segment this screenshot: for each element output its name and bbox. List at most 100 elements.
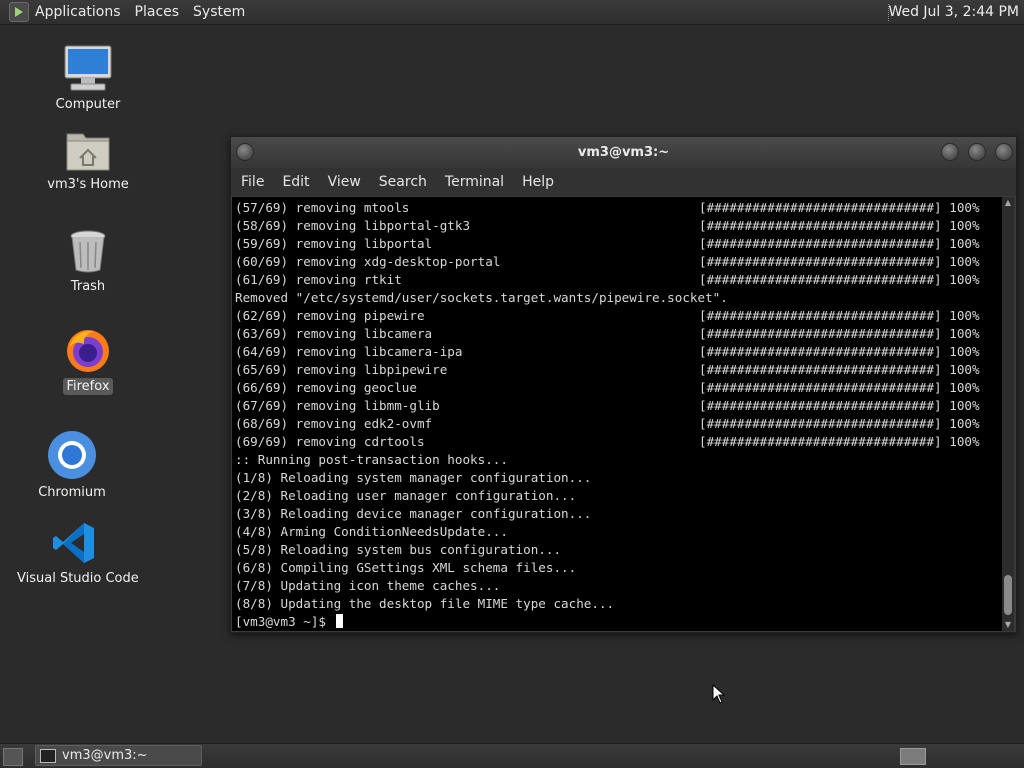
scroll-up-arrow-icon[interactable]: ▲ — [1002, 197, 1014, 209]
progress-percent: 100% — [949, 326, 980, 341]
terminal-line-text: (4/8) Arming ConditionNeedsUpdate... — [235, 524, 508, 539]
terminal-line-text: (2/8) Reloading user manager configurati… — [235, 488, 577, 503]
terminal-line: (67/69) removing libmm-glib [############… — [235, 397, 1001, 415]
progress-bar-text: [##############################] — [699, 416, 942, 431]
terminal-line-text: Removed "/etc/systemd/user/sockets.targe… — [235, 290, 728, 305]
bottom-panel: vm3@vm3:~ — [0, 743, 1024, 768]
desktop-icon-label: Chromium — [38, 485, 106, 500]
desktop-icon-vscode[interactable]: Visual Studio Code — [14, 520, 139, 587]
progress-bar-text: [##############################] — [699, 308, 942, 323]
progress-percent: 100% — [949, 416, 980, 431]
menu-terminal[interactable]: Terminal — [445, 174, 504, 190]
desktop-icon-home[interactable]: vm3's Home — [38, 128, 138, 193]
progress-indicator: [##############################] 100% — [699, 307, 980, 325]
workspace-switcher[interactable] — [900, 748, 926, 765]
desktop-icon-chromium[interactable]: Chromium — [32, 430, 112, 501]
progress-percent: 100% — [949, 200, 980, 215]
progress-bar-text: [##############################] — [699, 326, 942, 341]
terminal-line-text: (62/69) removing pipewire — [235, 308, 425, 323]
clock[interactable]: Wed Jul 3, 2:44 PM — [888, 4, 1019, 20]
prompt-line[interactable]: [vm3@vm3 ~]$ — [235, 613, 1001, 631]
progress-bar-text: [##############################] — [699, 398, 942, 413]
progress-indicator: [##############################] 100% — [699, 217, 980, 235]
terminal-line: (64/69) removing libcamera-ipa [#########… — [235, 343, 1001, 361]
close-button[interactable] — [995, 143, 1013, 161]
progress-percent: 100% — [949, 344, 980, 359]
terminal-line: (6/8) Compiling GSettings XML schema fil… — [235, 559, 1001, 577]
maximize-button[interactable] — [968, 143, 986, 161]
shell-prompt: [vm3@vm3 ~]$ — [235, 614, 334, 629]
home-folder-icon — [66, 133, 110, 171]
terminal-line: (69/69) removing cdrtools [##############… — [235, 433, 1001, 451]
desktop-icon-firefox[interactable]: Firefox — [48, 326, 128, 395]
terminal-line: (1/8) Reloading system manager configura… — [235, 469, 1001, 487]
menu-search[interactable]: Search — [379, 174, 427, 190]
terminal-line: (57/69) removing mtools [################… — [235, 199, 1001, 217]
taskbar-label: vm3@vm3:~ — [62, 748, 148, 763]
terminal-line-text: (8/8) Updating the desktop file MIME typ… — [235, 596, 615, 611]
desktop-icon-trash[interactable]: Trash — [48, 228, 128, 295]
title-bar[interactable]: vm3@vm3:~ — [231, 137, 1016, 168]
progress-bar-text: [##############################] — [699, 200, 942, 215]
terminal-line: (62/69) removing pipewire [##############… — [235, 307, 1001, 325]
terminal-line-text: (64/69) removing libcamera-ipa — [235, 344, 463, 359]
terminal-line: (4/8) Arming ConditionNeedsUpdate... — [235, 523, 1001, 541]
terminal-line-text: (61/69) removing rtkit — [235, 272, 402, 287]
menu-help[interactable]: Help — [522, 174, 554, 190]
progress-indicator: [##############################] 100% — [699, 325, 980, 343]
terminal-line: (61/69) removing rtkit [#################… — [235, 271, 1001, 289]
progress-percent: 100% — [949, 380, 980, 395]
system-menu[interactable]: System — [193, 4, 245, 20]
desktop-icon-label: Visual Studio Code — [17, 571, 139, 586]
firefox-icon — [67, 330, 109, 372]
terminal-line-text: (7/8) Updating icon theme caches... — [235, 578, 501, 593]
progress-percent: 100% — [949, 236, 980, 251]
terminal-output[interactable]: (57/69) removing mtools [################… — [232, 197, 1003, 631]
desktop-icon-label: Firefox — [63, 378, 113, 395]
applications-menu[interactable]: Applications — [35, 4, 121, 20]
scrollbar[interactable]: ▲ ▼ — [1002, 197, 1014, 631]
terminal-lines: (57/69) removing mtools [################… — [235, 199, 1001, 631]
minimize-button[interactable] — [941, 143, 959, 161]
terminal-line: (68/69) removing edk2-ovmf [#############… — [235, 415, 1001, 433]
scroll-thumb[interactable] — [1004, 575, 1012, 615]
progress-bar-text: [##############################] — [699, 380, 942, 395]
menu-view[interactable]: View — [328, 174, 361, 190]
places-menu[interactable]: Places — [135, 4, 180, 20]
progress-indicator: [##############################] 100% — [699, 343, 980, 361]
progress-percent: 100% — [949, 272, 980, 287]
progress-percent: 100% — [949, 308, 980, 323]
trash-icon — [70, 230, 106, 273]
terminal-line-text: (59/69) removing libportal — [235, 236, 433, 251]
terminal-menu-bar: File Edit View Search Terminal Help — [231, 168, 1016, 196]
desktop-icon-computer[interactable]: Computer — [48, 44, 128, 113]
menu-edit[interactable]: Edit — [282, 174, 309, 190]
progress-indicator: [##############################] 100% — [699, 271, 980, 289]
progress-percent: 100% — [949, 218, 980, 233]
terminal-line-text: (69/69) removing cdrtools — [235, 434, 425, 449]
terminal-line: (2/8) Reloading user manager configurati… — [235, 487, 1001, 505]
taskbar-terminal-button[interactable]: vm3@vm3:~ — [35, 745, 202, 766]
terminal-line-text: (58/69) removing libportal-gtk3 — [235, 218, 471, 233]
top-panel: Applications Places System Wed Jul 3, 2:… — [0, 0, 1024, 25]
desktop-icon-label: Trash — [70, 279, 106, 294]
terminal-line: (63/69) removing libcamera [#############… — [235, 325, 1001, 343]
terminal-line-text: (67/69) removing libmm-glib — [235, 398, 440, 413]
progress-indicator: [##############################] 100% — [699, 235, 980, 253]
terminal-line-text: (65/69) removing libpipewire — [235, 362, 448, 377]
vscode-icon — [53, 523, 94, 563]
text-cursor — [335, 614, 343, 628]
menu-file[interactable]: File — [241, 174, 264, 190]
applications-logo-icon[interactable] — [9, 2, 29, 22]
terminal-line: (65/69) removing libpipewire [###########… — [235, 361, 1001, 379]
terminal-line: (3/8) Reloading device manager configura… — [235, 505, 1001, 523]
scroll-down-arrow-icon[interactable]: ▼ — [1002, 619, 1014, 631]
terminal-line: (5/8) Reloading system bus configuration… — [235, 541, 1001, 559]
terminal-line-text: (63/69) removing libcamera — [235, 326, 433, 341]
show-desktop-icon[interactable] — [3, 748, 23, 766]
progress-percent: 100% — [949, 362, 980, 377]
terminal-icon — [40, 748, 56, 763]
terminal-window[interactable]: vm3@vm3:~ File Edit View Search Terminal… — [230, 136, 1017, 633]
progress-indicator: [##############################] 100% — [699, 415, 980, 433]
progress-indicator: [##############################] 100% — [699, 253, 980, 271]
